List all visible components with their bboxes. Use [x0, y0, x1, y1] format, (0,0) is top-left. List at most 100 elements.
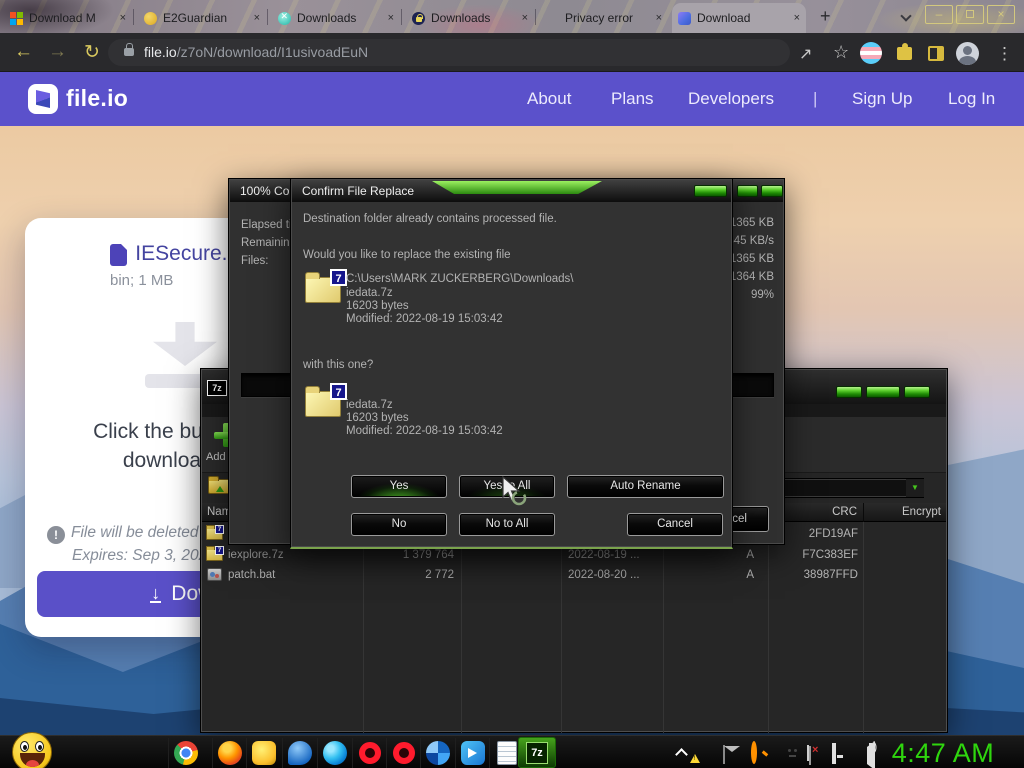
reload-icon[interactable]: ↻ — [84, 41, 100, 64]
sidebar-icon[interactable] — [928, 46, 944, 61]
column-separator — [561, 522, 562, 733]
fileio-logo-icon[interactable] — [28, 84, 58, 114]
existing-path: C:\Users\MARK ZUCKERBERG\Downloads\ — [346, 273, 574, 285]
window-restore-button[interactable] — [956, 5, 984, 24]
no-button[interactable]: No — [351, 513, 447, 536]
extensions-puzzle-icon[interactable] — [897, 43, 912, 60]
copy-close-button[interactable] — [761, 185, 783, 197]
chrome-icon — [173, 741, 198, 765]
file-doc-icon — [110, 244, 127, 266]
padlock-icon[interactable] — [124, 43, 134, 56]
tray-mail-icon[interactable] — [723, 745, 725, 764]
tab-separator — [267, 9, 268, 25]
taskbar-firefox-button[interactable] — [212, 738, 246, 768]
tab-close-icon[interactable]: × — [388, 12, 394, 24]
tray-network-icon[interactable] — [832, 743, 836, 764]
batch-file-icon — [207, 568, 222, 581]
window-minimize-button[interactable]: – — [925, 5, 953, 24]
cell-name: patch.bat — [228, 569, 276, 581]
taskbar-coins-button[interactable] — [246, 738, 280, 768]
note-line2: Expires: Sep 3, 2022 — [72, 547, 216, 564]
url-domain: file.io — [144, 44, 177, 60]
info-icon: ! — [47, 526, 65, 544]
back-icon[interactable]: ← — [14, 41, 33, 63]
taskbar-chrome-button[interactable] — [168, 738, 202, 768]
taskbar-share-app-button[interactable] — [455, 738, 489, 768]
tab-separator — [133, 9, 134, 25]
yes-button[interactable]: Yes — [351, 475, 447, 498]
confirm-dialog-title-bar[interactable]: Confirm File Replace — [292, 180, 731, 202]
tab-close-icon[interactable]: × — [254, 12, 260, 24]
taskbar-7zip-active-button[interactable]: 7z — [518, 737, 556, 768]
url-bar[interactable]: file.io/z7oN/download/I1usivoadEuN — [108, 39, 790, 66]
tab-download-manager[interactable]: Download M × — [4, 3, 132, 33]
confirm-question: Would you like to replace the existing f… — [303, 249, 511, 261]
tab-downloads-2[interactable]: Downloads × — [406, 3, 534, 33]
badge-7: 7 — [215, 546, 224, 555]
taskbar-opera-button[interactable] — [352, 738, 386, 768]
nav-plans[interactable]: Plans — [611, 89, 654, 109]
smiley-eye — [20, 741, 29, 752]
seven-zip-icon: 7z — [207, 380, 227, 396]
tab-downloads-1[interactable]: Downloads × — [272, 3, 400, 33]
nav-about[interactable]: About — [527, 89, 571, 109]
tab-e2guardian[interactable]: E2Guardian × — [138, 3, 266, 33]
confirm-dialog-title: Confirm File Replace — [302, 184, 415, 198]
windows-logo-favicon — [10, 11, 23, 25]
nav-developers[interactable]: Developers — [688, 89, 774, 109]
share-icon[interactable]: ↗ — [799, 44, 812, 64]
incoming-name: iedata.7z — [346, 399, 393, 411]
tab-title: Privacy error — [565, 11, 634, 25]
tab-close-icon[interactable]: × — [522, 12, 528, 24]
pinwheel-favicon — [278, 11, 291, 25]
url-text[interactable]: file.io/z7oN/download/I1usivoadEuN — [144, 44, 368, 60]
cancel-button[interactable]: Cancel — [627, 513, 723, 536]
browser-toolbar: ← → ↻ file.io/z7oN/download/I1usivoadEuN… — [0, 33, 1024, 72]
account-avatar-icon[interactable] — [956, 42, 979, 65]
nav-login[interactable]: Log In — [948, 89, 995, 109]
no-to-all-button[interactable]: No to All — [459, 513, 555, 536]
fm-minimize-button[interactable] — [836, 386, 862, 398]
profile-avatar-icon[interactable] — [860, 42, 882, 64]
fm-maximize-button[interactable] — [866, 386, 900, 398]
fm-close-button[interactable] — [904, 386, 930, 398]
tab-close-icon[interactable]: × — [794, 12, 800, 24]
cell-modified: 2022-08-20 ... — [568, 569, 640, 581]
taskbar-opera2-button[interactable] — [386, 738, 420, 768]
tab-title: Downloads — [297, 11, 357, 25]
copy-minimize-button[interactable] — [737, 185, 758, 197]
column-header-encrypted[interactable]: Encrypt — [864, 503, 948, 522]
start-smiley-button[interactable] — [12, 732, 52, 768]
nav-signup[interactable]: Sign Up — [852, 89, 912, 109]
tab-close-icon[interactable]: × — [656, 12, 662, 24]
auto-rename-button[interactable]: Auto Rename — [567, 475, 724, 498]
column-separator — [863, 522, 864, 733]
existing-size: 16203 bytes — [346, 300, 409, 312]
tray-magnifier-icon[interactable] — [751, 741, 757, 764]
existing-archive-icon: 7 — [305, 269, 347, 303]
tab-close-icon[interactable]: × — [120, 12, 126, 24]
taskbar-edge-button[interactable] — [317, 738, 351, 768]
address-dropdown-icon[interactable]: ▼ — [906, 479, 924, 497]
badge-7: 7 — [215, 525, 224, 534]
forward-icon[interactable]: → — [48, 41, 67, 63]
tab-search-chevron-icon[interactable] — [900, 10, 912, 22]
fileio-brand[interactable]: file.io — [66, 85, 128, 112]
taskbar-thunderbird-button[interactable] — [282, 738, 316, 768]
lock-favicon — [412, 11, 425, 25]
confirm-close-button[interactable] — [694, 185, 727, 197]
browser-menu-icon[interactable]: ⋮ — [996, 44, 1013, 64]
file-meta: bin; 1 MB — [110, 272, 174, 289]
taskbar-clock[interactable]: 4:47 AM — [872, 738, 1014, 768]
archive-file-icon: 7 — [206, 525, 224, 540]
blue-bird-icon — [287, 741, 312, 765]
tray-flag-icon[interactable] — [809, 746, 811, 765]
cell-attr: A — [746, 569, 754, 581]
tab-download-active[interactable]: Download × — [672, 3, 806, 33]
taskbar-player-button[interactable] — [420, 738, 454, 768]
tab-privacy-error[interactable]: Privacy error × — [540, 3, 668, 33]
new-tab-button[interactable]: + — [820, 6, 831, 27]
bookmark-star-icon[interactable]: ☆ — [833, 42, 849, 63]
folder-up-icon[interactable] — [208, 476, 230, 494]
window-close-button[interactable]: × — [987, 5, 1015, 24]
